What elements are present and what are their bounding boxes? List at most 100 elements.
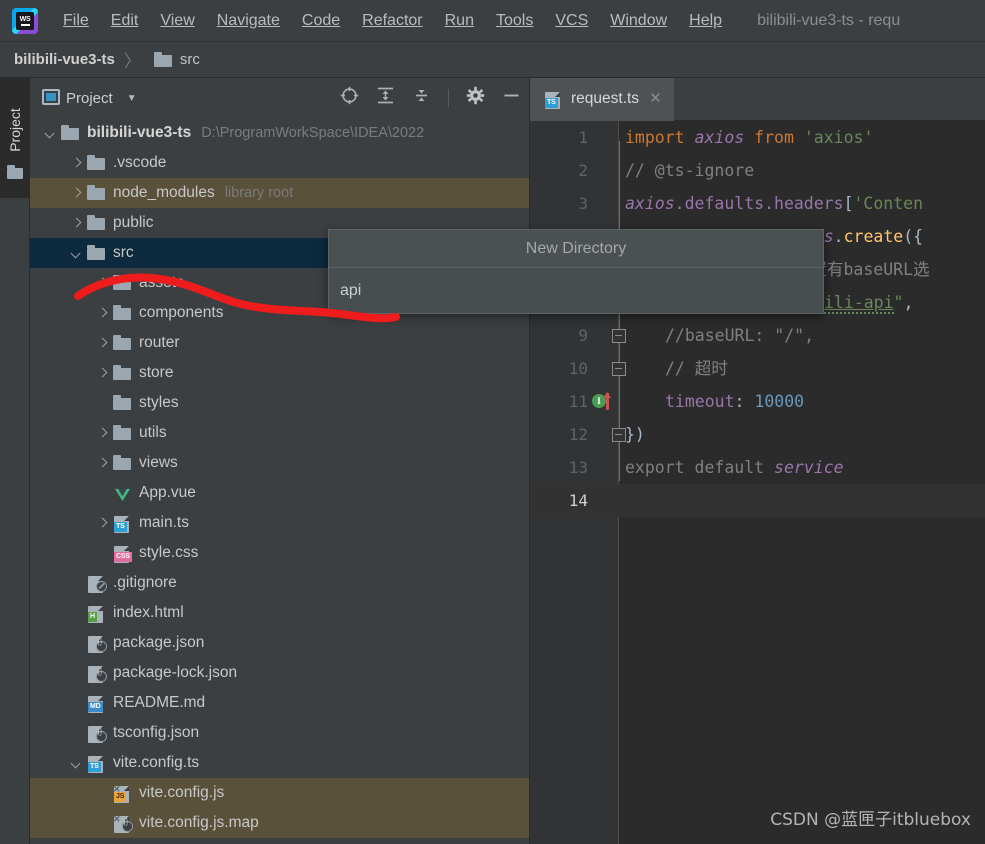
breadcrumb-current[interactable]: src [180, 51, 200, 68]
tree-row-package-lock-json[interactable]: package-lock.json [30, 658, 529, 688]
chevron-down-icon[interactable]: ▼ [127, 93, 137, 104]
chevron-right-icon[interactable] [70, 157, 83, 170]
tree-row-main-ts[interactable]: TS main.ts [30, 508, 529, 538]
menu-tools[interactable]: Tools [485, 10, 544, 32]
menu-window[interactable]: Window [599, 10, 678, 32]
folder-icon [87, 185, 106, 201]
line-number: 10 [568, 359, 588, 378]
tree-row-app-vue[interactable]: App.vue [30, 478, 529, 508]
tree-row-node-modules[interactable]: node_modules library root [30, 178, 529, 208]
chevron-right-icon[interactable] [70, 217, 83, 230]
directory-name-input[interactable]: api [329, 268, 823, 313]
menu-window-label: Window [610, 11, 668, 29]
code-text: timeout: 10000 [665, 385, 804, 418]
menu-navigate-label: Navigate [216, 11, 280, 29]
tree-row-gitignore[interactable]: .gitignore [30, 568, 529, 598]
chevron-right-icon[interactable] [96, 367, 109, 380]
menu-vcs[interactable]: VCS [544, 10, 599, 32]
tree-row-readme-md[interactable]: MD README.md [30, 688, 529, 718]
chevron-right-icon[interactable] [96, 517, 109, 530]
chevron-right-icon[interactable] [96, 457, 109, 470]
tree-row-store[interactable]: store [30, 358, 529, 388]
code-text: // 超时 [665, 359, 728, 378]
menu-navigate[interactable]: Navigate [206, 10, 291, 32]
expand-all-icon[interactable] [376, 86, 395, 110]
folder-icon [87, 245, 106, 261]
ts-file-icon: TS [113, 515, 132, 533]
project-panel-title: Project [66, 89, 113, 107]
menu-code[interactable]: Code [291, 10, 351, 32]
tree-row-vite-config-js-map[interactable]: ✕ vite.config.js.map [30, 808, 529, 838]
chevron-right-icon[interactable] [96, 337, 109, 350]
select-opened-file-icon[interactable] [340, 86, 359, 110]
code-line-12: 12 }) [530, 418, 985, 451]
tree-row-tsconfig-json[interactable]: tsconfig.json [30, 718, 529, 748]
chevron-right-icon[interactable] [70, 187, 83, 200]
chevron-right-icon[interactable] [96, 277, 109, 290]
token-axios: axios [625, 194, 675, 213]
close-icon[interactable]: ✕ [649, 91, 662, 106]
usage-marker-icon[interactable]: I [592, 392, 611, 410]
tree-row-utils[interactable]: utils [30, 418, 529, 448]
folder-icon [113, 365, 132, 381]
fold-marker-icon[interactable] [612, 428, 626, 442]
tree-row-label: styles [139, 394, 179, 411]
fold-marker-icon[interactable] [612, 362, 626, 376]
tree-row-label: .vscode [113, 154, 167, 171]
code-line-1: 1 import axios from 'axios' [530, 121, 985, 154]
tree-row-secondary-text: library root [224, 185, 294, 201]
tree-row-styles[interactable]: styles [30, 388, 529, 418]
tree-row-label: index.html [113, 604, 184, 621]
tree-row-views[interactable]: views [30, 448, 529, 478]
code-text: // @ts-ignore [625, 161, 755, 180]
code-line-9: 9 //baseURL: "/", [530, 319, 985, 352]
menu-view[interactable]: View [149, 10, 205, 32]
chevron-down-icon[interactable] [44, 127, 57, 140]
html-file-icon: H [87, 605, 106, 623]
tree-row-label: .gitignore [113, 574, 177, 591]
collapse-all-icon[interactable] [412, 86, 431, 110]
editor-tab-request-ts[interactable]: TS request.ts ✕ [530, 78, 674, 121]
tree-row-label: views [139, 454, 178, 471]
breadcrumb-project[interactable]: bilibili-vue3-ts [14, 51, 115, 68]
menu-file[interactable]: File [52, 10, 100, 32]
css-file-icon: CSS [113, 545, 132, 563]
tree-row-label: assets [139, 274, 184, 291]
tree-row-bilibili-vue3-ts[interactable]: bilibili-vue3-ts D:\ProgramWorkSpace\IDEA… [30, 118, 529, 148]
tree-row-vscode[interactable]: .vscode [30, 148, 529, 178]
tree-row-index-html[interactable]: Hindex.html [30, 598, 529, 628]
settings-icon[interactable] [466, 86, 485, 110]
chevron-down-icon[interactable] [70, 247, 83, 260]
folder-icon[interactable] [7, 165, 23, 179]
token-create: create [843, 227, 904, 246]
fold-marker-icon[interactable] [612, 329, 626, 343]
tree-row-router[interactable]: router [30, 328, 529, 358]
tree-row-vite-config-js[interactable]: JS ✕ vite.config.js [30, 778, 529, 808]
tree-row-label: utils [139, 424, 167, 441]
tree-row-label: src [113, 244, 134, 261]
menu-run[interactable]: Run [434, 10, 485, 32]
code-text: axios.defaults.headers['Conten [625, 187, 923, 220]
chevron-down-icon[interactable] [70, 757, 83, 770]
chevron-right-icon[interactable] [96, 307, 109, 320]
tree-row-secondary-text: D:\ProgramWorkSpace\IDEA\2022 [201, 125, 425, 141]
gitignore-file-icon [87, 575, 107, 593]
tree-row-style-css[interactable]: CSS style.css [30, 538, 529, 568]
stripe-tab-project[interactable]: Project [0, 78, 29, 198]
code-line-3: 3 axios.defaults.headers['Conten [530, 187, 985, 220]
menu-refactor[interactable]: Refactor [351, 10, 433, 32]
webstorm-logo-icon: WS [12, 7, 38, 34]
token-content-type-string: 'Conten [853, 194, 924, 213]
menu-help[interactable]: Help [678, 10, 733, 32]
chevron-right-icon[interactable] [96, 427, 109, 440]
folder-icon [113, 455, 132, 471]
token-comma: , [903, 293, 914, 312]
hide-icon[interactable] [502, 86, 521, 110]
tree-row-vite-config-ts[interactable]: TS vite.config.ts [30, 748, 529, 778]
tree-row-package-json[interactable]: package.json [30, 628, 529, 658]
menu-edit[interactable]: Edit [100, 10, 150, 32]
